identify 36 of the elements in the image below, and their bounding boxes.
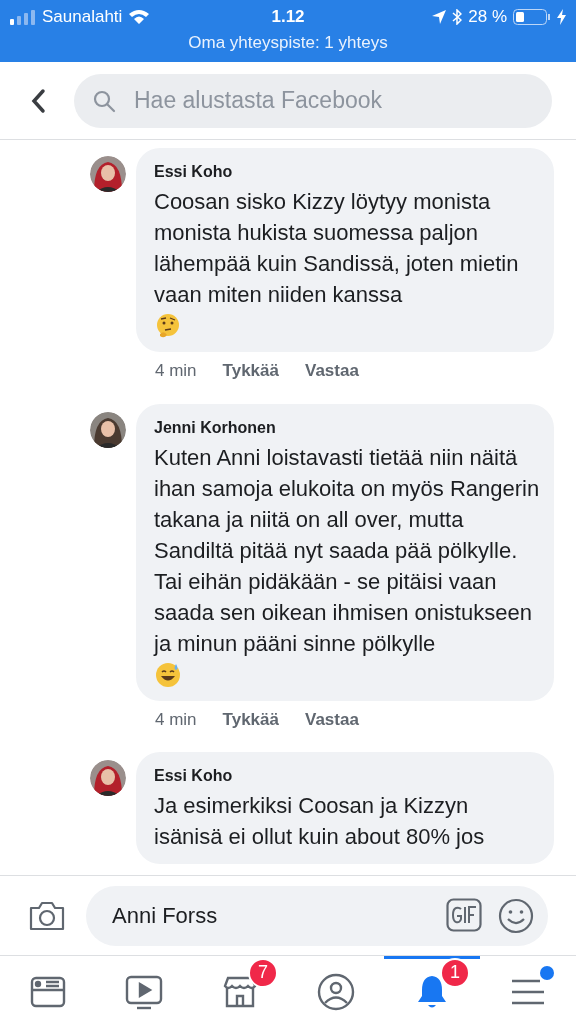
like-link[interactable]: Tykkää <box>222 358 279 384</box>
signal-icon <box>10 9 36 25</box>
comment-field[interactable]: Anni Forss <box>86 885 548 946</box>
smiley-icon[interactable] <box>498 897 534 934</box>
camera-icon[interactable] <box>28 899 66 932</box>
bluetooth-icon <box>452 9 463 25</box>
search-icon <box>92 88 116 113</box>
like-link[interactable]: Tykkää <box>222 706 279 732</box>
reply-link[interactable]: Vastaa <box>305 706 359 732</box>
wifi-icon <box>128 9 151 25</box>
comment-time: 4 min <box>155 708 197 731</box>
notification-badge: 7 <box>248 957 278 988</box>
comment-author[interactable]: Essi Koho <box>154 764 542 788</box>
comment-text: Kuten Anni loistavasti tietää niin näitä ihan samoja elukoita on myös Rangerin takana ja niitä on all over, mutta Sandiltä pitää nyt saada pää pölkylle. Tai eihän pidäkään - se pitäisi vaan saada sen oikean ihmisen onistukseen ja minun pääni sinne pölkylle <box>154 443 541 658</box>
clock: 1.12 <box>271 6 305 29</box>
gif-icon[interactable] <box>446 897 482 932</box>
comment-time: 4 min <box>155 360 197 382</box>
tab[interactable]: 7 <box>192 956 288 1024</box>
sweat-smile-emoji-icon <box>154 660 182 689</box>
profile-icon <box>316 971 356 1012</box>
back-chevron-icon <box>30 87 46 114</box>
location-arrow-icon <box>432 10 447 24</box>
comment-text: Coosan sisko Kizzy löytyy monista monista hukista suomessa paljon lähempää kuin Sandissä, joten mietin vaan miten niiden kanssa <box>154 188 520 309</box>
tab[interactable]: 1 <box>384 956 480 1024</box>
notification-badge: 1 <box>440 957 470 988</box>
reply-link[interactable]: Vastaa <box>305 358 359 384</box>
search-field[interactable]: Hae alustasta Facebook <box>74 73 552 128</box>
comment-author[interactable]: Essi Koho <box>154 160 542 184</box>
battery-icon <box>513 9 551 25</box>
charging-bolt-icon <box>557 9 566 25</box>
carrier-name: Saunalahti <box>42 6 123 29</box>
comment-author[interactable]: Jenni Korhonen <box>154 415 542 440</box>
comment-text: Ja esimerkiksi Coosan ja Kizzyn isänisä ei ollut kuin about 80% jos <box>154 792 486 851</box>
battery-percent: 28 % <box>468 6 507 29</box>
thinking-emoji-icon <box>154 312 182 340</box>
hotspot-label: Oma yhteyspiste: 1 yhteys <box>188 32 388 54</box>
